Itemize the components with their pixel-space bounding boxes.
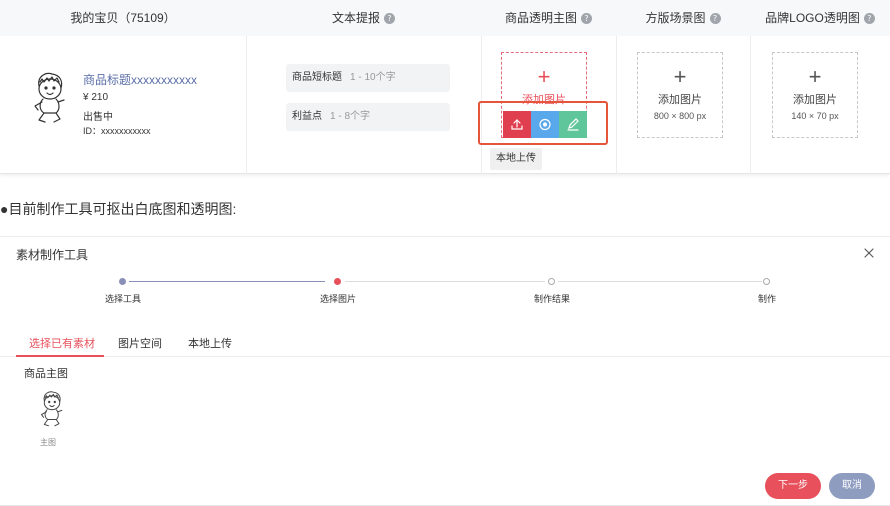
tab-divider (0, 356, 890, 357)
product-title-link[interactable]: 商品标题xxxxxxxxxxx (83, 71, 197, 88)
short-title-placeholder: 1 - 10个字 (350, 72, 396, 83)
header-square-scene-label: 方版场景图 (645, 11, 706, 25)
header-transparent-main: 商品透明主图? (481, 0, 616, 36)
note-text: ●目前制作工具可抠出白底图和透明图: (0, 201, 237, 217)
table-header: 我的宝贝（75109） 文本提报? 商品透明主图? 方版场景图? 品牌LOGO透… (0, 0, 890, 36)
scene-size: 800 × 800 px (653, 111, 707, 121)
header-text-hint-label: 文本提报 (331, 11, 380, 25)
upload-label: 添加图片 (658, 94, 702, 106)
tab-existing-material[interactable]: 选择已有素材 (29, 335, 95, 351)
step-line (558, 281, 762, 282)
tab-image-space[interactable]: 图片空间 (118, 335, 162, 351)
product-thumbnail (34, 72, 65, 123)
benefit-label: 利益点 (292, 111, 322, 122)
column-divider (750, 36, 751, 174)
help-icon[interactable]: ? (384, 13, 395, 25)
column-divider (616, 36, 617, 174)
upload-label: 添加图片 (793, 94, 837, 106)
header-text-hint: 文本提报? (246, 0, 481, 36)
main-image-thumbnail[interactable] (38, 387, 66, 431)
header-brand-logo: 品牌LOGO透明图? (750, 0, 890, 36)
header-baby: 我的宝贝（75109） (0, 0, 246, 36)
benefit-placeholder: 1 - 8个字 (330, 111, 371, 122)
step-label-2: 选择图片 (319, 294, 356, 304)
short-title-field[interactable]: 商品短标题 1 - 10个字 (286, 64, 450, 92)
step-line (345, 281, 545, 282)
cancel-button[interactable]: 取消 (829, 473, 875, 499)
section-label: 商品主图 (24, 368, 68, 380)
header-transparent-main-label: 商品透明主图 (504, 11, 577, 25)
brand-logo-upload[interactable]: + 添加图片 140 × 70 px (772, 52, 858, 138)
material-tool-dialog: 素材制作工具 选择工具 选择图片 制作结果 制作 选择已有素材 图片空间 本地上… (0, 236, 890, 506)
step-dot-pending (548, 278, 555, 285)
help-icon[interactable]: ? (709, 13, 721, 25)
header-baby-label: 我的宝贝（75109） (70, 11, 176, 25)
logo-size: 140 × 70 px (791, 111, 839, 121)
step-label-3: 制作结果 (533, 294, 570, 304)
header-square-scene: 方版场景图? (616, 0, 750, 36)
plus-icon: + (673, 64, 687, 89)
step-line-done (129, 281, 325, 282)
plus-icon: + (808, 64, 822, 89)
step-dot-active (334, 278, 341, 285)
header-brand-logo-label: 品牌LOGO透明图 (765, 11, 860, 25)
product-table: 我的宝贝（75109） 文本提报? 商品透明主图? 方版场景图? 品牌LOGO透… (0, 0, 890, 174)
benefit-field[interactable]: 利益点 1 - 8个字 (286, 103, 450, 131)
column-divider (246, 36, 247, 174)
close-icon[interactable] (862, 246, 876, 260)
step-dot-pending (763, 278, 770, 285)
product-id: ID：xxxxxxxxxxx (83, 126, 151, 136)
square-scene-upload[interactable]: + 添加图片 800 × 800 px (637, 52, 723, 138)
upload-tooltip: 本地上传 (490, 148, 542, 170)
help-icon[interactable]: ? (581, 13, 592, 25)
product-price: ¥ 210 (83, 92, 109, 103)
short-title-label: 商品短标题 (292, 72, 342, 83)
tab-local-upload[interactable]: 本地上传 (188, 335, 232, 351)
tab-active-indicator (16, 355, 104, 357)
dialog-title: 素材制作工具 (16, 248, 89, 262)
next-button[interactable]: 下一步 (765, 473, 821, 499)
product-status: 出售中 (83, 112, 113, 123)
step-label-4: 制作 (757, 294, 776, 304)
step-dot-done (119, 278, 126, 285)
help-icon[interactable]: ? (863, 13, 875, 25)
highlight-frame (478, 101, 608, 145)
plus-icon: + (537, 64, 551, 89)
thumbnail-label: 主图 (40, 438, 56, 447)
step-label-1: 选择工具 (104, 294, 141, 304)
